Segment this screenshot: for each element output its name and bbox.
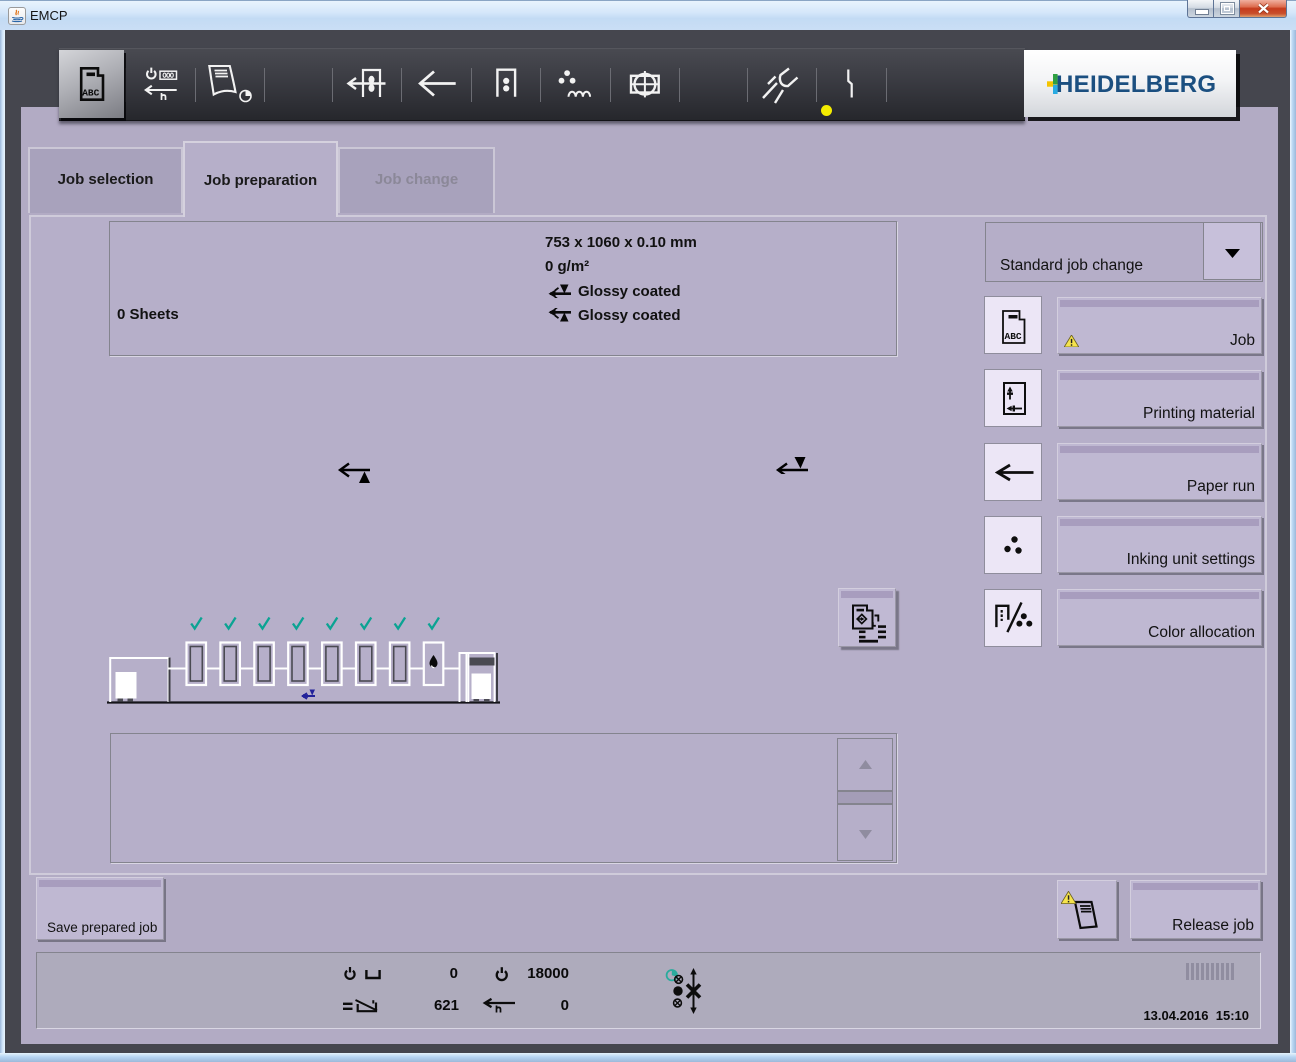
svg-text:ABC: ABC xyxy=(82,88,99,99)
svg-text:ABC: ABC xyxy=(1005,331,1022,342)
